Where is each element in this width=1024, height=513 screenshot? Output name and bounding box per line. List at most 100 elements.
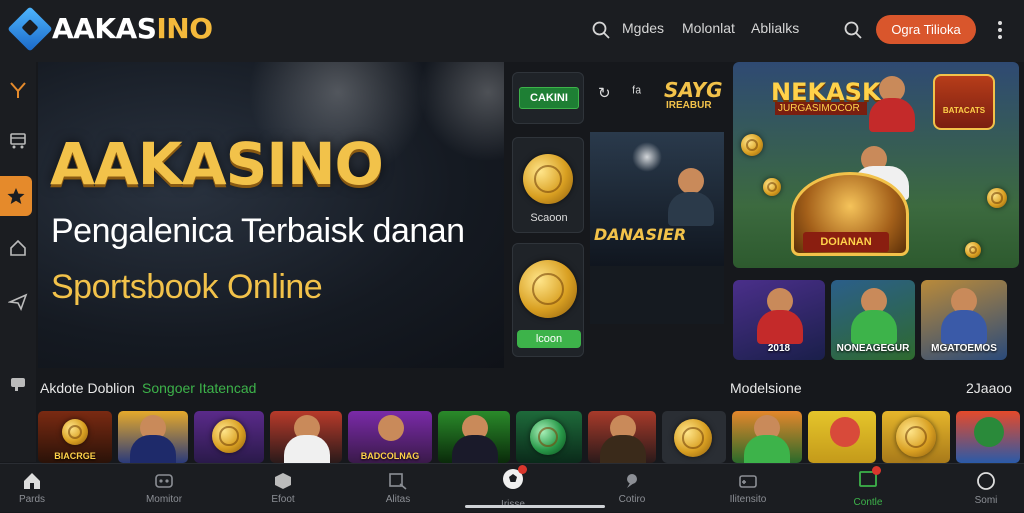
home-indicator bbox=[465, 505, 605, 508]
strip-tile[interactable]: BADCOLNAG bbox=[348, 411, 432, 463]
banner-badge-text: BATACATS bbox=[942, 106, 986, 115]
strip-tile[interactable] bbox=[732, 411, 802, 463]
coin-card[interactable]: Scaoon bbox=[512, 137, 584, 233]
bottom-nav-item[interactable]: Ilitensito bbox=[716, 464, 780, 513]
gold-coin-icon bbox=[965, 242, 981, 258]
plane-icon bbox=[8, 293, 28, 312]
game-tile-label: NONEAGEGUR bbox=[836, 343, 910, 354]
sidebar-item-home[interactable] bbox=[0, 228, 36, 268]
floodlight bbox=[632, 142, 662, 172]
gamepad-icon bbox=[739, 475, 757, 488]
cart-icon bbox=[10, 133, 26, 149]
strip-tile[interactable] bbox=[270, 411, 342, 463]
hero-banner[interactable]: AAKASINO Pengalenica Terbaisk danan Spor… bbox=[38, 62, 504, 368]
bottom-nav-item[interactable]: Somi bbox=[964, 464, 1008, 513]
logo-diamond-icon bbox=[7, 5, 53, 52]
sidebar-item-star[interactable] bbox=[0, 176, 32, 216]
game-tile[interactable]: MGATOEMOS bbox=[921, 280, 1007, 360]
text-icon[interactable]: ᶠᵃ bbox=[632, 84, 641, 101]
strip-tile[interactable] bbox=[956, 411, 1020, 463]
strip-tile-label: BADCOLNAG bbox=[360, 451, 420, 461]
section-title-right: Modelsione bbox=[730, 380, 802, 396]
player-figure bbox=[678, 168, 704, 194]
section-count[interactable]: 2Jaaoo bbox=[966, 380, 1012, 396]
gold-coin-icon bbox=[523, 154, 573, 204]
strip-tile[interactable] bbox=[194, 411, 264, 463]
notification-badge bbox=[872, 465, 881, 475]
nav-link-2[interactable]: Molonlat bbox=[682, 20, 735, 36]
gold-coin-icon bbox=[987, 188, 1007, 208]
joystick-icon bbox=[155, 474, 173, 488]
promo-tile[interactable]: DANASIER bbox=[590, 132, 724, 266]
section-title-highlight[interactable]: Songoer Itatencad bbox=[142, 380, 256, 396]
strip-tile-label: BIACRGE bbox=[54, 451, 96, 461]
player-figure-body bbox=[869, 98, 915, 132]
chat-icon bbox=[627, 474, 637, 488]
banner-subtitle: JURGASIMOCOR bbox=[775, 102, 867, 115]
gold-coin-icon bbox=[896, 417, 936, 457]
mascot-figure bbox=[830, 417, 860, 447]
top-header: AAKASINO Mgdes Molonlat Ablialks Ogra Ti… bbox=[0, 0, 1024, 62]
partner-logo-text: SAYG bbox=[664, 78, 723, 102]
player-figure bbox=[378, 415, 404, 441]
gold-coin-icon bbox=[212, 419, 246, 453]
signup-button[interactable]: Ogra Tilioka bbox=[876, 15, 976, 44]
player-figure-body bbox=[744, 435, 790, 463]
home-icon bbox=[10, 239, 26, 256]
more-vertical-icon[interactable] bbox=[992, 18, 1008, 42]
gold-coin-icon bbox=[763, 178, 781, 196]
promo-label: DANASIER bbox=[594, 225, 687, 244]
box-icon bbox=[275, 473, 291, 489]
strip-tile[interactable] bbox=[516, 411, 582, 463]
coin-card-button[interactable]: lcoon bbox=[517, 330, 581, 348]
star-icon bbox=[7, 188, 25, 204]
bottom-nav-item[interactable]: Contle bbox=[846, 464, 890, 513]
player-figure-body bbox=[130, 435, 176, 463]
refresh-icon[interactable]: ↻ bbox=[598, 84, 611, 102]
bottom-nav-item[interactable]: Momitor bbox=[136, 464, 192, 513]
strip-tile[interactable] bbox=[438, 411, 510, 463]
fork-icon bbox=[10, 82, 26, 98]
hero-subtitle-1: Pengalenica Terbaisk danan bbox=[51, 212, 465, 250]
brand-card[interactable]: CAKINI bbox=[512, 72, 584, 124]
sidebar-item-chat[interactable] bbox=[0, 364, 36, 404]
game-tile[interactable]: NONEAGEGUR bbox=[831, 280, 915, 360]
strip-tile[interactable] bbox=[588, 411, 656, 463]
game-tile[interactable]: 2018 bbox=[733, 280, 825, 360]
player-figure-body bbox=[452, 435, 498, 463]
sidebar-item-cart[interactable] bbox=[0, 120, 36, 160]
strip-tile[interactable]: BIACRGE bbox=[38, 411, 112, 463]
green-coin-icon bbox=[530, 419, 566, 455]
home-icon bbox=[24, 473, 40, 489]
hero-title: AAKASINO bbox=[50, 130, 384, 198]
banner-badge: BATACATS bbox=[933, 74, 995, 130]
bottom-nav-item[interactable]: Pards bbox=[8, 464, 56, 513]
nav-link-3[interactable]: Ablialks bbox=[751, 20, 799, 36]
player-figure-body bbox=[600, 435, 646, 463]
sidebar-item-fork[interactable] bbox=[0, 70, 36, 110]
circle-icon bbox=[977, 472, 995, 490]
coin-card-label: Scaoon bbox=[530, 212, 568, 224]
player-figure-body bbox=[284, 435, 330, 463]
logo[interactable]: AAKASINO bbox=[7, 5, 213, 52]
notification-badge bbox=[518, 464, 527, 474]
player-figure-body bbox=[757, 310, 803, 344]
game-tile-label: MGATOEMOS bbox=[931, 343, 997, 354]
hero-subtitle-2: Sportsbook Online bbox=[51, 268, 323, 306]
bottom-nav-item[interactable]: Alitas bbox=[376, 464, 420, 513]
nav-link-1[interactable]: Mgdes bbox=[622, 20, 664, 36]
search-icon[interactable] bbox=[590, 19, 612, 41]
strip-tile[interactable] bbox=[882, 411, 950, 463]
left-sidebar bbox=[0, 62, 36, 462]
search-icon-2[interactable] bbox=[842, 19, 864, 41]
stadium-light bbox=[418, 62, 504, 162]
coin-card-2[interactable]: lcoon bbox=[512, 243, 584, 357]
sidebar-item-plane[interactable] bbox=[0, 282, 36, 322]
strip-tile[interactable] bbox=[808, 411, 876, 463]
feature-banner[interactable]: NEKASK JURGASIMOCOR BATACATS DOIANAN bbox=[733, 62, 1019, 268]
bottom-nav-item[interactable]: Cotiro bbox=[608, 464, 656, 513]
bottom-nav-item[interactable]: Efoot bbox=[262, 464, 304, 513]
strip-tile[interactable] bbox=[662, 411, 726, 463]
strip-tile[interactable] bbox=[118, 411, 188, 463]
gold-coin-icon bbox=[674, 419, 712, 457]
